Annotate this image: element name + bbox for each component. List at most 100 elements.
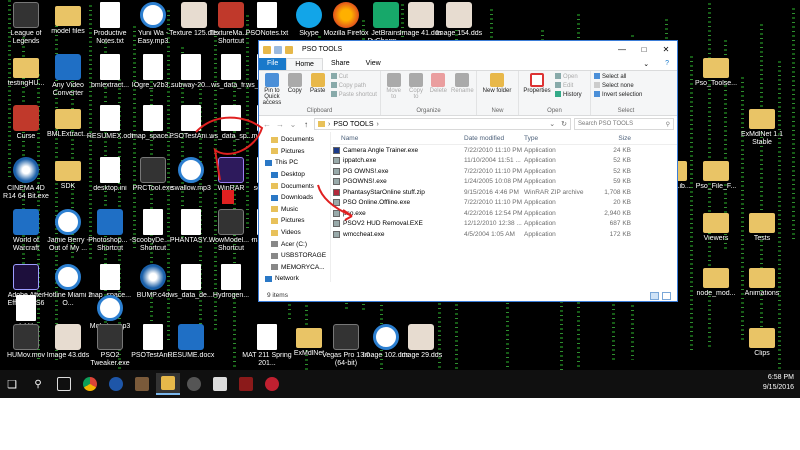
league-taskbar-button[interactable] [234,373,258,395]
copy-path-button[interactable]: Copy path [330,82,377,91]
dropdown-chevron-icon[interactable]: ⌄ [549,120,558,128]
close-button[interactable]: ✕ [655,41,677,58]
desktop-icon[interactable]: Animations [736,264,788,298]
file-list[interactable]: Name Date modified Type Size Camera Angl… [331,132,677,282]
nav-item[interactable]: This PC [259,157,330,169]
maximize-button[interactable]: □ [633,41,655,58]
nav-item[interactable]: Pictures [259,215,330,227]
file-name-cell: ippatch.exe [331,157,464,165]
title-bar[interactable]: PSO TOOLS — □ ✕ [259,41,677,58]
help-icon[interactable]: ? [657,58,677,70]
refresh-icon[interactable]: ↻ [561,120,570,128]
desktop-icon[interactable]: Image 154.dds [433,2,485,38]
file-row[interactable]: wmccheat.exe 4/5/2004 1:05 AM Application 1… [331,229,677,240]
desktop-icon[interactable]: PSOTestAni... [165,105,217,141]
nav-item[interactable]: MEMORYCA... [259,262,330,274]
invert-selection-button[interactable]: Invert selection [594,91,642,100]
file-row[interactable]: Camera Angle Trainer.exe 7/22/2010 11:10 … [331,145,677,156]
desktop-icon[interactable]: Tests [736,209,788,243]
tab-home[interactable]: Home [286,58,323,70]
file-row[interactable]: PhantasyStarOnline stuff.zip 9/15/2016 4:… [331,187,677,198]
file-row[interactable]: PGOWNS!.exe 1/24/2005 10:08 PM Application… [331,177,677,188]
app-taskbar-button[interactable] [130,373,154,395]
select-all-button[interactable]: Select all [594,73,642,82]
delete-button[interactable]: Delete [429,73,448,113]
details-view-icon[interactable] [650,292,659,300]
file-row[interactable]: PSO Online.Offline.exe 7/22/2010 11:10 PM… [331,198,677,209]
navigation-pane[interactable]: Documents Pictures This PC Desktop Documents… [259,132,331,282]
copy-to-button[interactable]: Copy to [406,73,425,113]
large-icons-view-icon[interactable] [662,292,671,300]
paste-shortcut-button[interactable]: Paste shortcut [330,91,377,100]
tab-share[interactable]: Share [323,58,358,70]
file-row[interactable]: PG OWNS!.exe 7/22/2010 11:10 PM Applicatio… [331,166,677,177]
tab-file[interactable]: File [259,58,287,70]
new-folder-button[interactable]: New folder [480,73,514,113]
desktop-icon[interactable]: Image 29.dds [395,324,447,360]
nav-item[interactable]: Desktop [259,169,330,181]
up-arrow-icon[interactable]: ↑ [301,120,311,129]
move-to-button[interactable]: Move to [384,73,403,113]
copy-button[interactable]: Copy [285,73,305,113]
open-button[interactable]: Open [555,73,582,82]
desktop-icon[interactable]: RESUME.docx [165,324,217,360]
nav-item[interactable]: Network [259,273,330,282]
paste-button[interactable]: Paste [308,73,328,113]
desktop-icon[interactable]: Clips [736,324,788,358]
cut-button[interactable]: Cut [330,73,377,82]
pin-quick-access-button[interactable]: Pin to Quick access [262,73,282,113]
app-icon [187,377,201,391]
nav-item[interactable]: Documents [259,180,330,192]
search-box[interactable]: Search PSO TOOLS ⚲ [574,118,674,130]
properties-quick-icon[interactable] [274,45,282,54]
expand-ribbon-icon[interactable]: ⌄ [635,58,657,70]
desktop-icon[interactable]: Pso_Toolse... [690,54,742,88]
nav-item[interactable]: Music [259,204,330,216]
windows-start-button[interactable]: ❏ [0,373,24,395]
tab-view[interactable]: View [358,58,389,70]
desktop-icon[interactable]: Viewers [690,209,742,243]
address-bar[interactable]: › PSO TOOLS › ⌄ ↻ [314,118,571,130]
file-row[interactable]: ippatch.exe 11/10/2004 11:51 ... Applicati… [331,156,677,167]
back-arrow-icon[interactable]: ← [262,120,272,129]
minimize-button[interactable]: — [611,41,633,58]
properties-button[interactable]: Properties [522,73,552,113]
nav-item[interactable]: Documents [259,134,330,146]
media-taskbar-button[interactable] [104,373,128,395]
explorer-taskbar-button[interactable] [156,373,180,395]
paste-icon [310,73,325,87]
desktop-icon[interactable]: ExMdlNet 1.1 Stable [736,105,788,147]
nav-item[interactable]: USBSTORAGE [259,250,330,262]
column-date[interactable]: Date modified [464,135,524,142]
nav-item[interactable]: Pictures [259,146,330,158]
app4-taskbar-button[interactable] [260,373,284,395]
desktop-icon[interactable]: Hydrogen... [205,264,257,300]
file-row[interactable]: PSOV2 HUD Removal.EXE 12/12/2010 12:38 ..… [331,219,677,230]
column-type[interactable]: Type [524,135,586,142]
nav-item[interactable]: Acer (C:) [259,238,330,250]
column-name[interactable]: Name [331,135,464,142]
nav-item-label: Videos [281,229,301,237]
forward-arrow-icon[interactable]: → [275,120,285,129]
recent-chevron-icon[interactable]: ⌄ [288,120,298,129]
breadcrumb[interactable]: PSO TOOLS [333,121,373,128]
desktop-icon[interactable]: node_mod... [690,264,742,298]
task-view-button[interactable] [52,373,76,395]
nav-item[interactable]: Videos [259,227,330,239]
select-none-button[interactable]: Select none [594,82,642,91]
history-button[interactable]: History [555,91,582,100]
app3-taskbar-button[interactable] [208,373,232,395]
column-size[interactable]: Size [586,135,631,142]
file-row[interactable]: pso.exe 4/22/2016 12:54 PM Application 2,94… [331,208,677,219]
new-folder-quick-icon[interactable] [285,45,293,54]
file-explorer-window[interactable]: PSO TOOLS — □ ✕ File Home Share View ⌄ ?… [258,40,678,302]
edit-button[interactable]: Edit [555,82,582,91]
search-button[interactable]: ⚲ [26,373,50,395]
rename-button[interactable]: Rename [451,73,474,113]
system-clock[interactable]: 6:58 PM 9/15/2016 [763,373,794,393]
desktop-icon[interactable]: Pso_File_F... [690,157,742,191]
chrome-taskbar-button[interactable] [78,373,102,395]
app2-taskbar-button[interactable] [182,373,206,395]
search-input[interactable]: Search PSO TOOLS [578,121,633,127]
nav-item[interactable]: Downloads [259,192,330,204]
